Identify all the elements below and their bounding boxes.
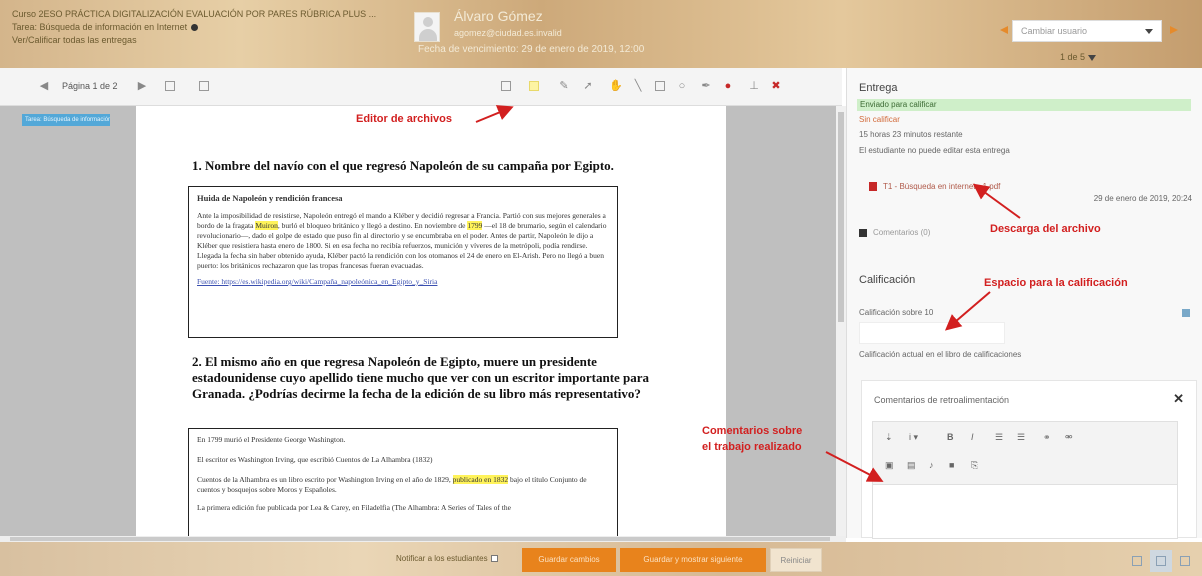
save-button[interactable]: Guardar cambios (522, 548, 616, 572)
box2-line-2: El escritor es Washington Irving, que es… (197, 455, 433, 464)
document-margin-right (726, 106, 836, 538)
link-icon[interactable]: ⚭ (1043, 432, 1051, 443)
grade-out-of-label: Calificación sobre 10 (859, 308, 934, 317)
pdf-page[interactable]: 1. Nombre del navío con el que regresó N… (136, 106, 726, 536)
current-grade-label: Calificación actual en el libro de calif… (859, 350, 1022, 359)
vertical-scrollbar[interactable] (836, 106, 846, 538)
italic-icon[interactable]: I (971, 432, 974, 442)
manage-files-icon[interactable]: ⎘ (971, 460, 978, 471)
editor-toolbar: ⇣ i ▾ B I ☰ ☰ ⚭ ⚮ ▣ ▤ ♪ ■ ⎘ (872, 421, 1178, 485)
annotation-comments-2: el trabajo realizado (702, 441, 802, 453)
stamp-tool-icon[interactable]: ✎ (556, 78, 572, 94)
box2-line-4: La primera edición fue publicada por Lea… (197, 503, 511, 512)
toggle-toolbar-icon[interactable]: ⇣ (885, 432, 893, 443)
close-icon[interactable]: ✕ (1173, 391, 1184, 407)
annotation-download: Descarga del archivo (990, 223, 1101, 235)
image-icon[interactable]: ▣ (885, 460, 894, 471)
pan-tool-icon[interactable]: ✋ (608, 78, 624, 94)
previous-user-arrow-icon[interactable] (1000, 26, 1008, 34)
line-tool-icon[interactable]: ╲ (630, 78, 646, 94)
pdf-file-icon (869, 182, 877, 192)
color-tool-icon[interactable]: ● (720, 78, 736, 94)
feedback-editor[interactable] (872, 485, 1178, 539)
audio-icon[interactable]: ♪ (929, 460, 934, 470)
page-header: Curso 2ESO PRÁCTICA DIGITALIZACIÓN EVALU… (0, 0, 1202, 68)
user-name[interactable]: Álvaro Gómez (454, 8, 543, 24)
box1-source-link[interactable]: Fuente: https://es.wikipedia.org/wiki/Ca… (197, 277, 609, 287)
view-all-submissions-link[interactable]: Ver/Calificar todas las entregas (12, 34, 392, 47)
select-tool-icon[interactable]: ➚ (580, 78, 596, 94)
previous-page-icon[interactable]: ◀ (36, 78, 52, 94)
comment-icon (859, 228, 867, 237)
chevron-down-icon (1145, 29, 1153, 34)
grade-heading: Calificación (859, 274, 916, 286)
reset-button[interactable]: Reiniciar (770, 548, 822, 572)
submission-heading: Entrega (859, 82, 898, 94)
bullet-list-icon[interactable]: ☰ (995, 432, 1003, 443)
status-badge: Enviado para calificar (857, 99, 1191, 111)
next-user-arrow-icon[interactable] (1170, 26, 1178, 34)
submission-comments-link[interactable]: Comentarios (0) (859, 228, 930, 237)
grade-info-icon[interactable] (1182, 309, 1190, 317)
search-comments-icon[interactable] (162, 78, 178, 94)
paragraph-style-icon[interactable]: i ▾ (909, 432, 918, 443)
annotation-grade-space: Espacio para la calificación (984, 277, 1128, 289)
annotation-toolbar: ◀ Página 1 de 2 ▶ ✎ ➚ ✋ ╲ ○ ✒ ● ⊥ ✖ (0, 68, 842, 106)
user-pager: 1 de 5 (1060, 52, 1097, 62)
time-remaining: 15 horas 23 minutos restante (859, 130, 963, 139)
file-date: 29 de enero de 2019, 20:24 (1093, 194, 1192, 203)
answer-box-2: En 1799 murió el Presidente George Washi… (188, 428, 618, 536)
video-icon[interactable]: ■ (949, 460, 954, 470)
rectangle-tool-icon[interactable] (652, 78, 668, 94)
save-and-next-button[interactable]: Guardar y mostrar siguiente (620, 548, 766, 572)
expand-comments-icon[interactable] (196, 78, 212, 94)
course-info: Curso 2ESO PRÁCTICA DIGITALIZACIÓN EVALU… (12, 8, 392, 47)
box1-title: Huida de Napoleón y rendición francesa (197, 193, 343, 203)
next-page-icon[interactable]: ▶ (134, 78, 150, 94)
document-margin-left: Tarea: Búsqueda de información... (0, 106, 136, 538)
bold-icon[interactable]: B (947, 432, 954, 442)
assignment-link[interactable]: Tarea: Búsqueda de información en Intern… (12, 22, 187, 32)
pen-tool-icon[interactable]: ✒ (698, 78, 714, 94)
change-user-select[interactable]: Cambiar usuario (1012, 20, 1162, 42)
stamp-icon[interactable]: ⊥ (746, 78, 762, 94)
comment-tool-icon[interactable] (498, 78, 514, 94)
grading-panel: Entrega Enviado para calificar Sin calif… (846, 68, 1202, 539)
action-footer: Notificar a los estudiantes Guardar camb… (0, 542, 1202, 576)
question-2: 2. El mismo año en que regresa Napoleón … (192, 354, 650, 401)
oval-tool-icon[interactable]: ○ (674, 78, 690, 94)
gear-icon[interactable] (191, 24, 199, 32)
delete-tool-icon[interactable]: ✖ (768, 78, 784, 94)
numbered-list-icon[interactable]: ☰ (1017, 432, 1025, 443)
box2-line-1: En 1799 murió el Presidente George Washi… (197, 435, 346, 444)
course-title-link[interactable]: Curso 2ESO PRÁCTICA DIGITALIZACIÓN EVALU… (12, 8, 392, 21)
answer-box-1: Huida de Napoleón y rendición francesa A… (188, 186, 618, 338)
collapse-review-icon[interactable] (1126, 550, 1148, 572)
collapse-grade-icon[interactable] (1174, 550, 1196, 572)
feedback-title: Comentarios de retroalimentación (874, 395, 1010, 405)
annotation-comments-1: Comentarios sobre (702, 425, 803, 437)
page-tag: Tarea: Búsqueda de información... (22, 114, 110, 126)
grading-status: Sin calificar (859, 115, 900, 124)
highlight-tool-icon[interactable] (526, 78, 542, 94)
annotation-file-editor: Editor de archivos (356, 113, 452, 125)
user-email: agomez@ciudad.es.invalid (454, 28, 562, 38)
feedback-comments-card: Comentarios de retroalimentación ✕ ⇣ i ▾… (861, 380, 1197, 539)
question-1: 1. Nombre del navío con el que regresó N… (192, 158, 614, 173)
box1-paragraph: Ante la imposibilidad de resistirse, Nap… (197, 211, 607, 270)
default-layout-icon[interactable] (1150, 550, 1172, 572)
media-icon[interactable]: ▤ (907, 460, 916, 471)
box2-line-3: Cuentos de la Alhambra es un libro escri… (197, 475, 587, 494)
edit-status: El estudiante no puede editar esta entre… (859, 146, 1010, 155)
avatar (414, 12, 440, 42)
submitted-file-link[interactable]: T1 - Búsqueda en internet - 1.pdf (869, 182, 1000, 192)
unlink-icon[interactable]: ⚮ (1065, 432, 1073, 443)
notify-students-checkbox[interactable]: Notificar a los estudiantes (396, 554, 498, 563)
filter-icon[interactable] (1088, 54, 1097, 61)
due-date: Fecha de vencimiento: 29 de enero de 201… (418, 44, 645, 55)
grade-input[interactable] (859, 322, 1005, 344)
page-select[interactable]: Página 1 de 2 (62, 81, 118, 91)
